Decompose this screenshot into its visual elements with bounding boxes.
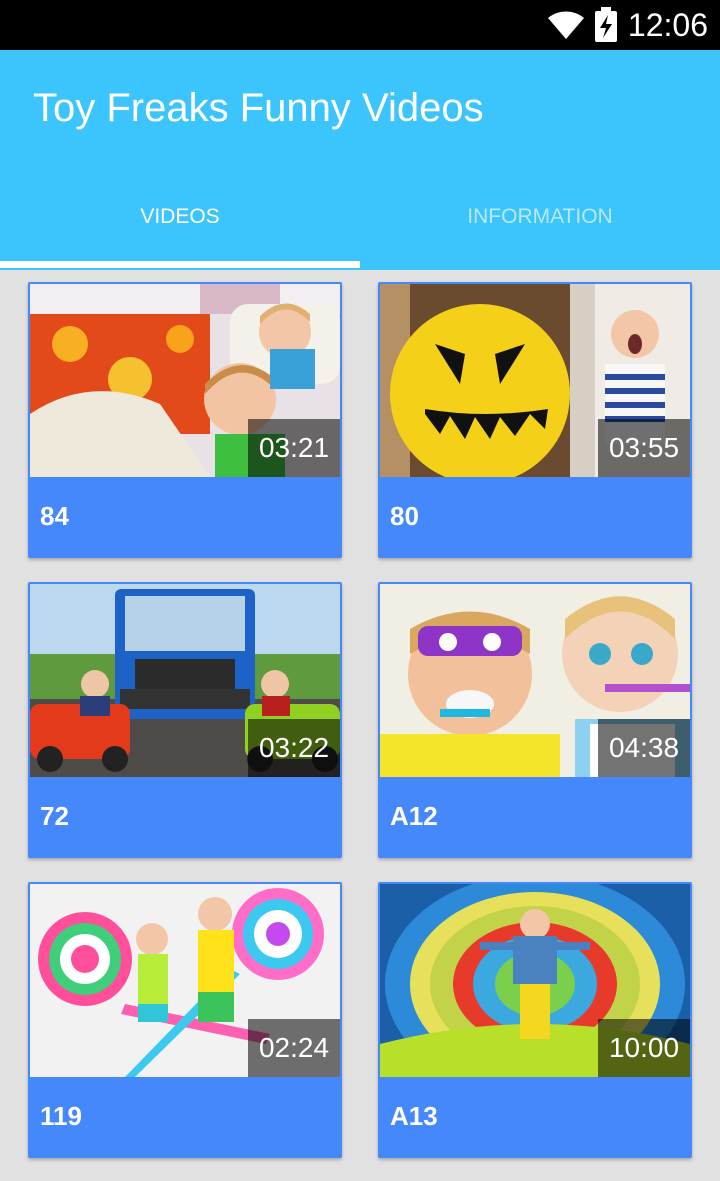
- status-bar: 12:06: [0, 0, 720, 50]
- video-thumbnail: 03:22: [30, 584, 340, 777]
- video-duration: 03:22: [248, 719, 340, 777]
- video-card[interactable]: 10:00 A13: [378, 882, 692, 1158]
- video-thumbnail: 10:00: [380, 884, 690, 1077]
- video-thumbnail: 02:24: [30, 884, 340, 1077]
- video-duration: 10:00: [598, 1019, 690, 1077]
- video-title: 80: [390, 501, 419, 531]
- video-duration: 03:21: [248, 419, 340, 477]
- app-title: Toy Freaks Funny Videos: [33, 86, 484, 130]
- battery-charging-icon: [595, 7, 617, 42]
- tab-indicator: [0, 261, 360, 268]
- app-bar: Toy Freaks Funny Videos VIDEOS INFORMATI…: [0, 50, 720, 270]
- video-title: 119: [40, 1101, 82, 1131]
- video-duration: 04:38: [598, 719, 690, 777]
- video-thumbnail: 03:55: [380, 284, 690, 477]
- video-title: 84: [40, 501, 69, 531]
- video-title: A12: [390, 801, 438, 831]
- video-duration: 03:55: [598, 419, 690, 477]
- status-time: 12:06: [627, 7, 708, 43]
- video-card[interactable]: 02:24 119: [28, 882, 342, 1158]
- video-card[interactable]: 03:22 72: [28, 582, 342, 858]
- video-thumbnail: 04:38: [380, 584, 690, 777]
- tab-information[interactable]: INFORMATION: [360, 200, 720, 238]
- video-card[interactable]: 03:21 84: [28, 282, 342, 558]
- wifi-icon: [548, 11, 584, 39]
- video-title: A13: [390, 1101, 438, 1131]
- video-thumbnail: 03:21: [30, 284, 340, 477]
- video-card[interactable]: 03:55 80: [378, 282, 692, 558]
- video-duration: 02:24: [248, 1019, 340, 1077]
- video-title: 72: [40, 801, 69, 831]
- video-card[interactable]: 04:38 A12: [378, 582, 692, 858]
- tab-videos[interactable]: VIDEOS: [0, 200, 360, 238]
